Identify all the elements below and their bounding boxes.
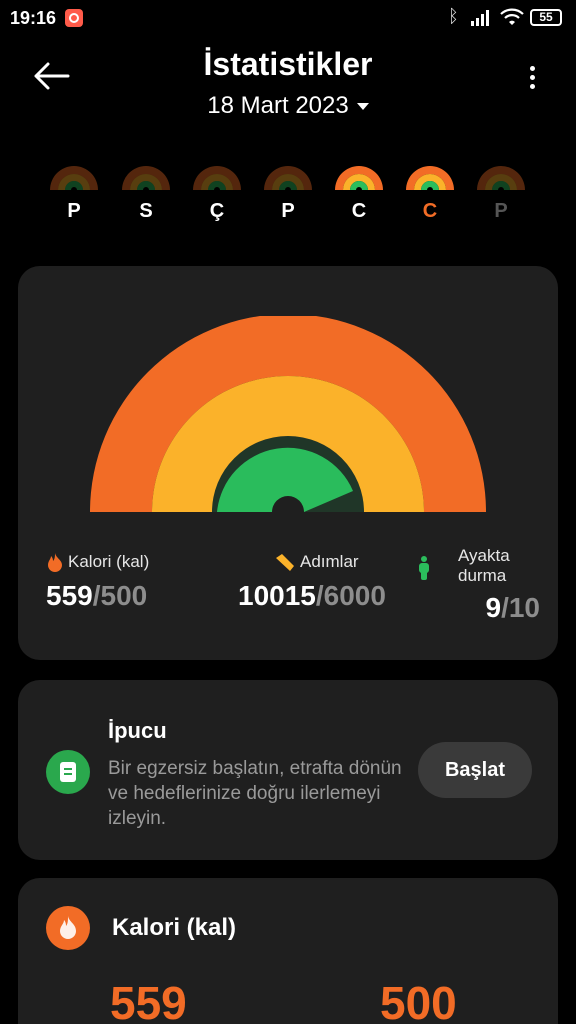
steps-goal: /6000 (315, 580, 386, 611)
status-bar: 19:16 ᛒ 55 (0, 0, 576, 36)
battery-indicator: 55 (530, 9, 562, 26)
screen-record-icon (65, 9, 83, 27)
day-0[interactable]: P (44, 166, 104, 236)
tip-body: Bir egzersiz başlatın, etrafta dönün ve … (108, 758, 402, 829)
day-label: C (351, 200, 367, 222)
signal-icon (471, 10, 489, 26)
calorie-card-value: 559 (110, 977, 187, 1024)
steps-label: Adımlar (300, 552, 359, 571)
day-label: Ç (209, 200, 225, 222)
steps-metric: Adımlar 10015/6000 (238, 552, 386, 612)
calories-value: 559 (46, 580, 93, 611)
calorie-detail-card[interactable]: Kalori (kal) 559 500 (18, 878, 558, 1024)
more-vert-icon[interactable] (520, 66, 544, 96)
day-5[interactable]: C (400, 166, 460, 236)
calorie-card-goal: 500 (380, 977, 457, 1024)
day-label: P (494, 200, 508, 222)
day-label: P (67, 200, 81, 222)
mini-rings-icon (122, 166, 170, 190)
mini-rings-icon (406, 166, 454, 190)
dropdown-caret-icon (356, 103, 369, 111)
date-selector[interactable]: 18 Mart 2023 (0, 92, 576, 120)
mini-rings-icon (477, 166, 525, 190)
activity-summary-card[interactable]: Kalori (kal) 559/500 Adımlar 10015/6000 … (18, 266, 558, 660)
flame-icon (48, 553, 62, 572)
wifi-icon (500, 8, 524, 25)
day-label: S (139, 200, 153, 222)
mini-rings-icon (50, 166, 98, 190)
note-icon (46, 750, 90, 794)
day-2[interactable]: Ç (187, 166, 247, 236)
tip-card: İpucu Bir egzersiz başlatın, etrafta dön… (18, 680, 558, 860)
calories-label: Kalori (kal) (68, 552, 150, 571)
start-workout-button[interactable]: Başlat (418, 742, 532, 798)
week-row: PSÇPCCP (0, 166, 576, 236)
day-label: P (281, 200, 295, 222)
day-4[interactable]: C (329, 166, 389, 236)
tip-title: İpucu (108, 718, 167, 743)
standing-person-icon (419, 556, 429, 580)
shoe-icon (276, 554, 294, 571)
flame-icon (46, 906, 90, 950)
day-1[interactable]: S (116, 166, 176, 236)
bluetooth-icon: ᛒ (448, 6, 459, 26)
day-6[interactable]: P (471, 166, 531, 236)
standing-goal: /10 (501, 592, 540, 623)
status-time: 19:16 (10, 8, 57, 28)
day-3[interactable]: P (258, 166, 318, 236)
day-label: C (422, 200, 438, 222)
calories-metric: Kalori (kal) 559/500 (46, 552, 149, 612)
calories-goal: /500 (92, 580, 148, 611)
mini-rings-icon (193, 166, 241, 190)
mini-rings-icon (335, 166, 383, 190)
page-title: İstatistikler (203, 46, 373, 82)
steps-value: 10015 (238, 580, 316, 611)
date-label: 18 Mart 2023 (207, 92, 349, 119)
standing-value: 9 (485, 592, 502, 623)
activity-rings (90, 316, 486, 512)
standing-metric: Ayakta durma 9/10 (410, 546, 540, 624)
calorie-card-title: Kalori (kal) (112, 914, 237, 941)
mini-rings-icon (264, 166, 312, 190)
